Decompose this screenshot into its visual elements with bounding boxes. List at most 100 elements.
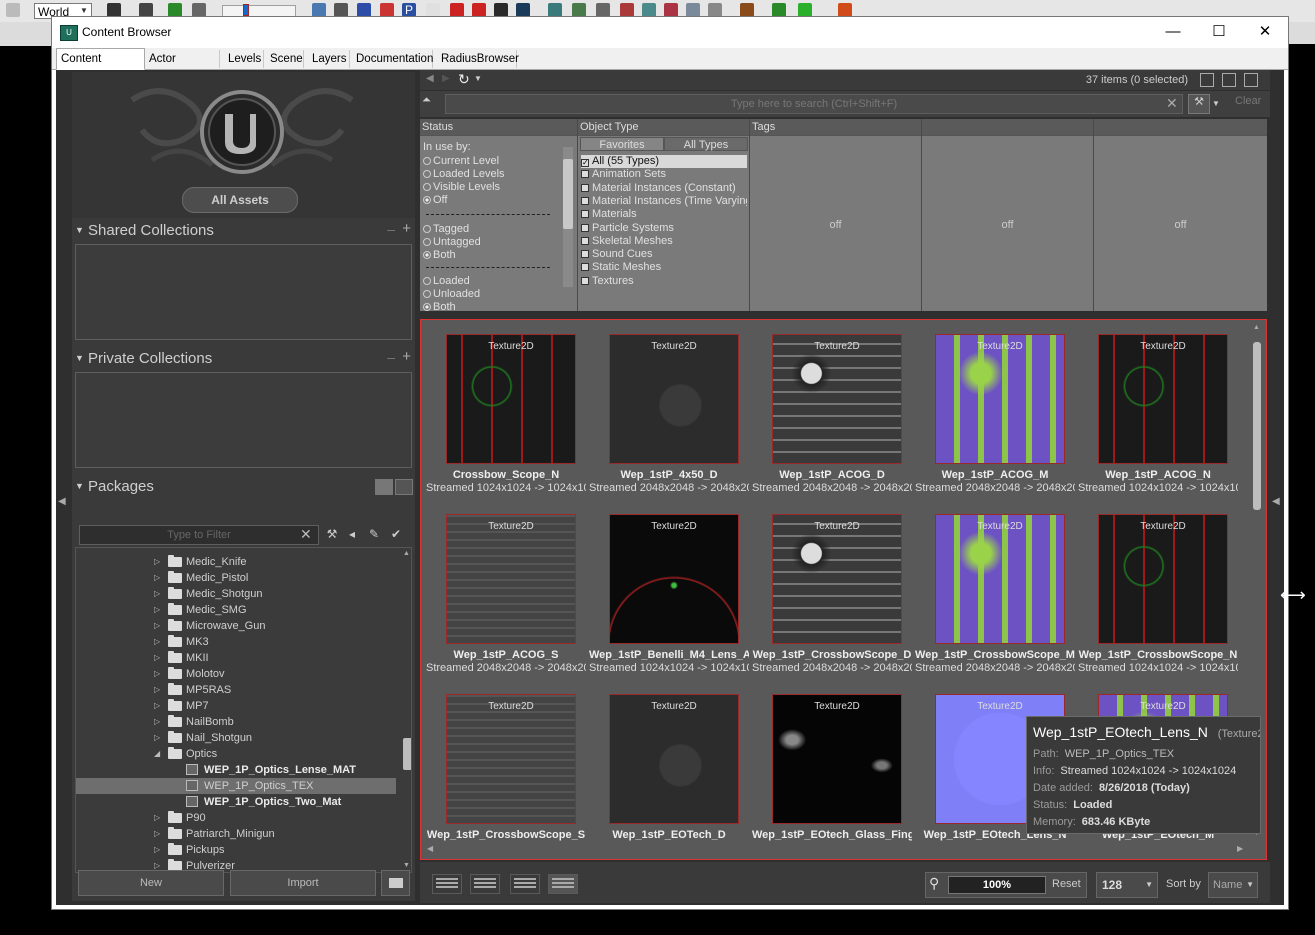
object-type-option[interactable]: Materials [581,208,747,221]
maximize-button[interactable]: ☐ [1196,17,1242,47]
search-options-icon[interactable]: ⚒ [1188,94,1210,114]
texture-thumbnail[interactable]: Texture2D [446,514,576,644]
tree-folder-row[interactable]: ▷ Medic_Knife [76,554,396,570]
texture-thumbnail[interactable]: Texture2D [772,514,902,644]
collapse-filters-icon[interactable]: ⏶ [422,94,438,112]
tree-folder-row[interactable]: ▷ MP5RAS [76,682,396,698]
expand-arrow-icon[interactable]: ▷ [154,842,160,858]
tree-folder-row[interactable]: ▷ Pickups [76,842,396,858]
collapse-left-icon[interactable]: ◀ [58,496,66,507]
popout-icon[interactable] [1222,73,1236,87]
grid-horizontal-scrollbar[interactable]: ◀ ▶ [423,844,1249,856]
close-button[interactable]: ✕ [1242,17,1288,47]
pin-icon[interactable] [664,3,678,17]
scroll-right-icon[interactable]: ▶ [1237,844,1243,853]
checkmark-icon[interactable]: ✔ [388,526,404,542]
play-icon[interactable] [798,3,812,17]
zoom-value[interactable]: 100% [948,876,1046,894]
private-collections-list[interactable] [75,372,412,468]
tab-content-browser[interactable]: Content Browser [56,48,145,85]
texture-thumbnail[interactable]: Texture2D [935,334,1065,464]
asset-tile[interactable]: Texture2D Wep_1stP_EOTech_D [589,680,749,850]
tab-scene[interactable]: Scene [266,50,304,68]
sort-by-combo[interactable]: Name ▼ [1208,872,1258,898]
tree-package-row[interactable]: WEP_1P_Optics_TEX [76,778,396,794]
grid-icon[interactable] [334,3,348,17]
object-type-option[interactable]: Sound Cues [581,248,747,261]
expand-arrow-icon[interactable]: ▷ [154,570,160,586]
view-thumbs-button[interactable] [510,874,540,894]
package-tree[interactable]: ▷ Medic_Knife ▷ Medic_Pistol ▷ Medic_Shotgun ▷… [75,547,412,873]
tree-folder-row[interactable]: ▷ MKII [76,650,396,666]
expand-arrow-icon[interactable]: ▷ [154,682,160,698]
object-type-option[interactable]: Static Meshes [581,261,747,274]
texture-thumbnail[interactable]: Texture2D [609,334,739,464]
scroll-up-icon[interactable]: ▲ [403,550,410,557]
tree-package-row[interactable]: WEP_1P_Optics_Two_Mat [76,794,396,810]
texture-thumbnail[interactable]: Texture2D [1098,334,1228,464]
bug-icon[interactable] [620,3,634,17]
clear-filter-icon[interactable]: ✕ [300,526,312,543]
private-collections-header[interactable]: ▼ Private Collections – + [72,348,415,369]
search-input[interactable]: Type here to search (Ctrl+Shift+F) [445,94,1183,114]
expand-arrow-icon[interactable]: ▷ [154,602,160,618]
status-radio-group1[interactable]: Loaded Levels [423,168,505,181]
expand-arrow-icon[interactable]: ▷ [154,618,160,634]
status-radio-group2[interactable]: Untagged [423,236,481,249]
scroll-left-icon[interactable]: ◀ [427,844,433,853]
back-icon[interactable]: ◀ [426,73,434,84]
tree-folder-row[interactable]: ▷ P90 [76,810,396,826]
red-arrow2-icon[interactable] [472,3,486,17]
all-assets-button[interactable]: All Assets [182,187,298,213]
wrench-icon[interactable]: ⚒ [324,526,340,542]
asset-tile[interactable]: Texture2D Wep_1stP_ACOG_M Streamed 2048x20… [915,320,1075,494]
object-type-option[interactable]: Material Instances (Time Varying) [581,195,747,208]
status-radio-group2[interactable]: Both [423,249,456,262]
view-large-thumbs-button[interactable] [548,874,578,894]
expand-arrow-icon[interactable]: ▷ [154,554,160,570]
kismet2-icon[interactable] [772,3,786,17]
slider-thumb[interactable] [243,4,249,16]
package-filter-input[interactable]: Type to Filter [79,525,319,545]
object-type-option[interactable]: ✓ All (55 Types) [581,155,747,168]
binoculars-icon[interactable] [107,3,121,17]
status-radio-group3[interactable]: Unloaded [423,288,480,301]
p-icon[interactable]: P [402,3,416,17]
shared-collections-header[interactable]: ▼ Shared Collections – + [72,220,415,241]
pencil-icon[interactable]: ✎ [366,526,382,542]
object-type-option[interactable]: Particle Systems [581,222,747,235]
collapse-arrow-icon[interactable]: ◢ [154,746,160,762]
minimize-button[interactable]: — [1150,17,1196,47]
object-type-option[interactable]: Animation Sets [581,168,747,181]
texture-thumbnail[interactable]: Texture2D [772,334,902,464]
remove-collection-icon[interactable]: – [387,349,395,365]
globe-icon[interactable] [708,3,722,17]
status-radio-group3[interactable]: Loaded [423,275,470,288]
tab-all-types[interactable]: All Types [664,137,748,151]
new-button[interactable]: New [78,870,224,896]
green-k-icon[interactable] [168,3,182,17]
remove-collection-icon[interactable]: – [387,221,395,237]
status-radio-group1[interactable]: Visible Levels [423,181,500,194]
list-view-icon[interactable] [395,479,413,495]
red-slash-icon[interactable] [380,3,394,17]
chevron-down-icon[interactable]: ▼ [474,74,482,83]
asset-tile[interactable]: Texture2D Wep_1stP_4x50_D Streamed 2048x20… [589,320,749,494]
expand-arrow-icon[interactable]: ▷ [154,634,160,650]
add-collection-icon[interactable]: + [402,220,411,237]
asset-tile[interactable]: Texture2D Wep_1stP_CrossbowScope_N Streame… [1078,500,1238,674]
asset-tile[interactable]: Texture2D Wep_1stP_CrossbowScope_S [426,680,586,850]
tab-levels[interactable]: Levels [224,50,264,68]
tab-documentation[interactable]: Documentation [352,50,433,68]
tree-folder-row[interactable]: ▷ Microwave_Gun [76,618,396,634]
magnifier-icon[interactable]: ⚲ [929,875,939,892]
matinee-icon[interactable] [516,3,530,17]
cube-icon[interactable] [494,3,508,17]
tree-folder-row[interactable]: ▷ Medic_Shotgun [76,586,396,602]
document-icon[interactable] [192,3,206,17]
packages-header[interactable]: ▼ Packages [72,477,415,497]
tree-folder-row[interactable]: ◢ Optics [76,746,396,762]
asset-tile[interactable]: Texture2D Wep_1stP_Benelli_M4_Lens_A Strea… [589,500,749,674]
tree-folder-row[interactable]: ▷ Patriarch_Minigun [76,826,396,842]
forward-icon[interactable]: ▶ [442,73,450,84]
